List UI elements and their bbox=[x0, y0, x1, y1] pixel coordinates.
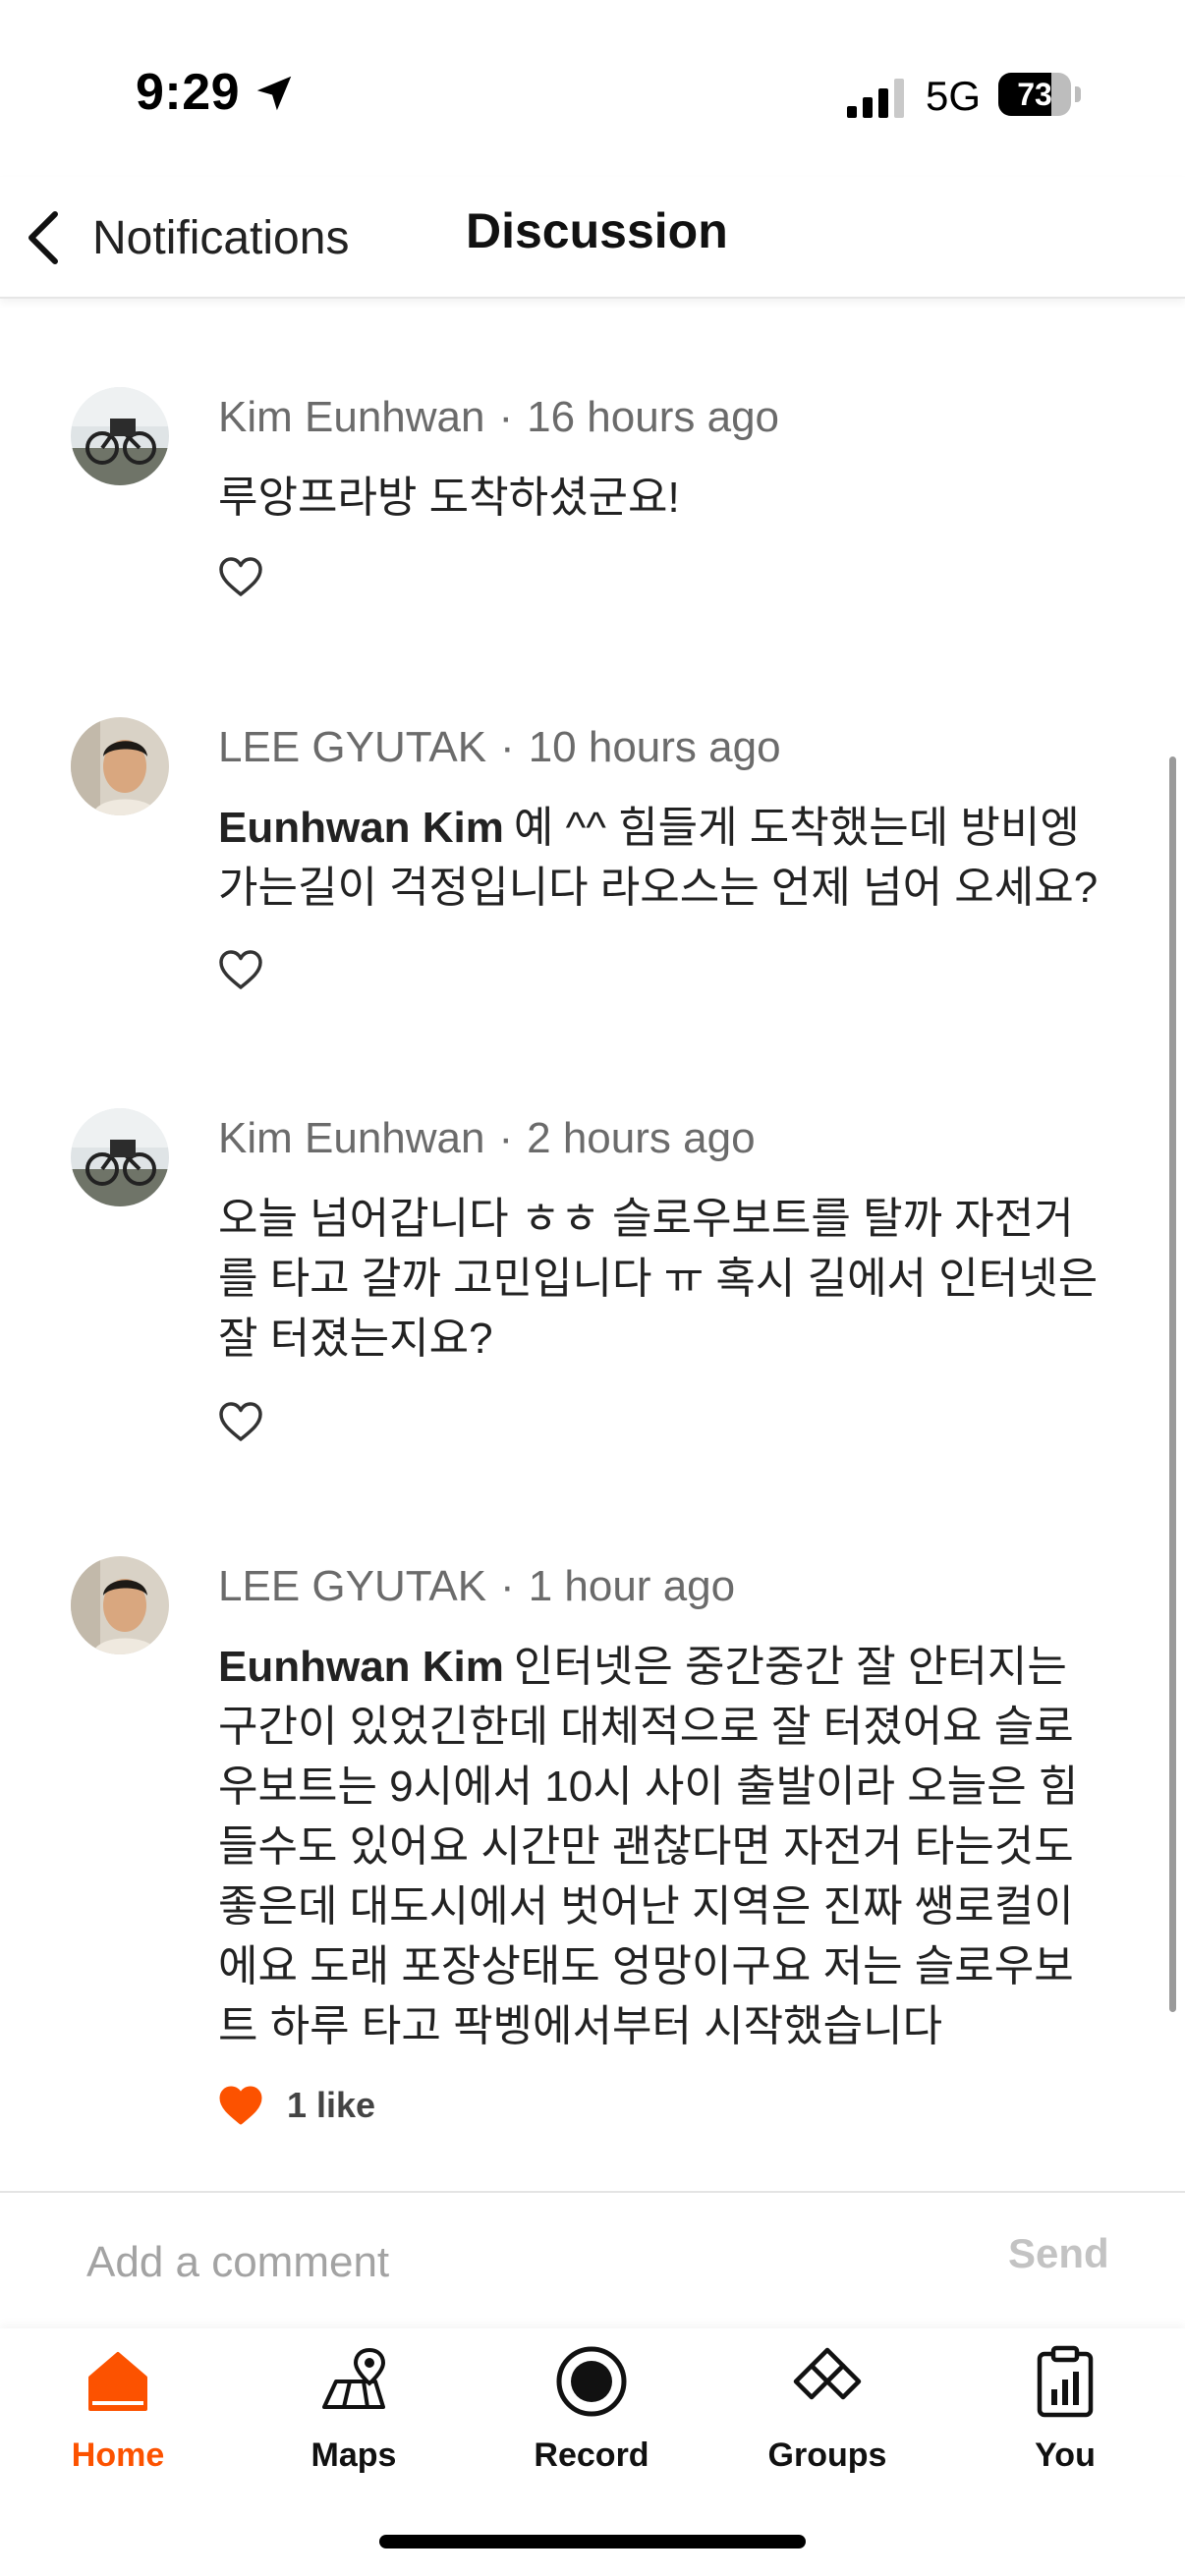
status-bar: 9:29 5G 73 bbox=[0, 0, 1185, 177]
battery-icon: 73 bbox=[998, 73, 1081, 116]
comment-composer: Send bbox=[0, 2191, 1185, 2328]
comment-text: Eunhwan Kim 예 ^^ 힘들게 도착했는데 방비엥 가는길이 걱정입니다… bbox=[218, 798, 1102, 918]
like-row bbox=[218, 1401, 263, 1442]
heart-filled-icon[interactable] bbox=[218, 2085, 263, 2126]
tab-record[interactable]: Record bbox=[493, 2342, 690, 2490]
home-icon bbox=[88, 2352, 147, 2411]
heart-outline-icon[interactable] bbox=[218, 949, 263, 990]
like-count[interactable]: 1 like bbox=[287, 2085, 375, 2126]
like-row bbox=[218, 949, 263, 990]
comment-text: Eunhwan Kim 인터넷은 중간중간 잘 안터지는 구간이 있었긴한데 대체… bbox=[218, 1637, 1102, 2056]
mention[interactable]: Eunhwan Kim bbox=[218, 1643, 504, 1691]
comment-author[interactable]: Kim Eunhwan bbox=[218, 1114, 484, 1162]
chevron-left-icon bbox=[28, 211, 58, 264]
tab-label: You bbox=[1035, 2436, 1096, 2474]
comment-meta: LEE GYUTAK · 10 hours ago bbox=[218, 723, 781, 771]
tab-you[interactable]: You bbox=[967, 2342, 1163, 2490]
page-title: Discussion bbox=[466, 203, 728, 258]
back-button[interactable]: Notifications bbox=[22, 198, 349, 277]
avatar[interactable] bbox=[71, 1556, 169, 1654]
comment-time: 1 hour ago bbox=[528, 1562, 736, 1610]
navigation-bar: Notifications Discussion bbox=[0, 177, 1185, 299]
home-indicator bbox=[379, 2535, 806, 2548]
status-time: 9:29 bbox=[136, 64, 241, 121]
comment-text: 루앙프라방 도착하셨군요! bbox=[218, 468, 1102, 528]
map-icon bbox=[322, 2347, 386, 2409]
profile-clipboard-icon bbox=[1037, 2345, 1094, 2418]
groups-icon bbox=[793, 2347, 862, 2400]
bicycle-photo-icon bbox=[71, 1108, 169, 1206]
person-photo-icon bbox=[71, 717, 169, 815]
comment-time: 10 hours ago bbox=[528, 723, 781, 771]
send-button[interactable]: Send bbox=[1008, 2230, 1109, 2277]
tab-label: Maps bbox=[310, 2436, 397, 2474]
comment-message: 인터넷은 중간중간 잘 안터지는 구간이 있었긴한데 대체적으로 잘 터졌어요 … bbox=[218, 1643, 1079, 2050]
heart-outline-icon[interactable] bbox=[218, 556, 263, 597]
mention[interactable]: Eunhwan Kim bbox=[218, 804, 504, 852]
comment-message: 루앙프라방 도착하셨군요! bbox=[218, 474, 680, 522]
back-label: Notifications bbox=[92, 211, 350, 264]
avatar[interactable] bbox=[71, 387, 169, 485]
scrollbar[interactable] bbox=[1169, 756, 1176, 2012]
person-photo-icon bbox=[71, 1556, 169, 1654]
avatar[interactable] bbox=[71, 717, 169, 815]
record-icon bbox=[556, 2346, 627, 2417]
comment-author[interactable]: LEE GYUTAK bbox=[218, 1562, 486, 1610]
battery-percent: 73 bbox=[1017, 77, 1052, 112]
comment-message: 오늘 넘어갑니다 ㅎㅎ 슬로우보트를 탈까 자전거를 타고 갈까 고민입니다 ㅠ… bbox=[218, 1195, 1099, 1363]
comment-meta: Kim Eunhwan · 16 hours ago bbox=[218, 393, 780, 441]
like-row bbox=[218, 556, 263, 597]
comment-meta: Kim Eunhwan · 2 hours ago bbox=[218, 1114, 756, 1162]
avatar[interactable] bbox=[71, 1108, 169, 1206]
tab-home[interactable]: Home bbox=[20, 2342, 216, 2490]
comment-meta: LEE GYUTAK · 1 hour ago bbox=[218, 1562, 736, 1610]
comment-text: 오늘 넘어갑니다 ㅎㅎ 슬로우보트를 탈까 자전거를 타고 갈까 고민입니다 ㅠ… bbox=[218, 1189, 1102, 1369]
tab-groups[interactable]: Groups bbox=[729, 2342, 926, 2490]
comment-author[interactable]: Kim Eunhwan bbox=[218, 393, 484, 441]
heart-outline-icon[interactable] bbox=[218, 1401, 263, 1442]
comment-time: 2 hours ago bbox=[527, 1114, 756, 1162]
tab-label: Groups bbox=[767, 2436, 887, 2474]
comment-input[interactable] bbox=[86, 2228, 892, 2297]
bicycle-photo-icon bbox=[71, 387, 169, 485]
comment-author[interactable]: LEE GYUTAK bbox=[218, 723, 486, 771]
cellular-signal-icon bbox=[847, 79, 904, 118]
tab-maps[interactable]: Maps bbox=[255, 2342, 452, 2490]
tab-label: Record bbox=[534, 2436, 649, 2474]
location-arrow-icon bbox=[256, 76, 292, 111]
network-type: 5G bbox=[926, 73, 982, 119]
like-row: 1 like bbox=[218, 2085, 375, 2126]
tab-label: Home bbox=[71, 2436, 165, 2474]
comment-time: 16 hours ago bbox=[527, 393, 780, 441]
